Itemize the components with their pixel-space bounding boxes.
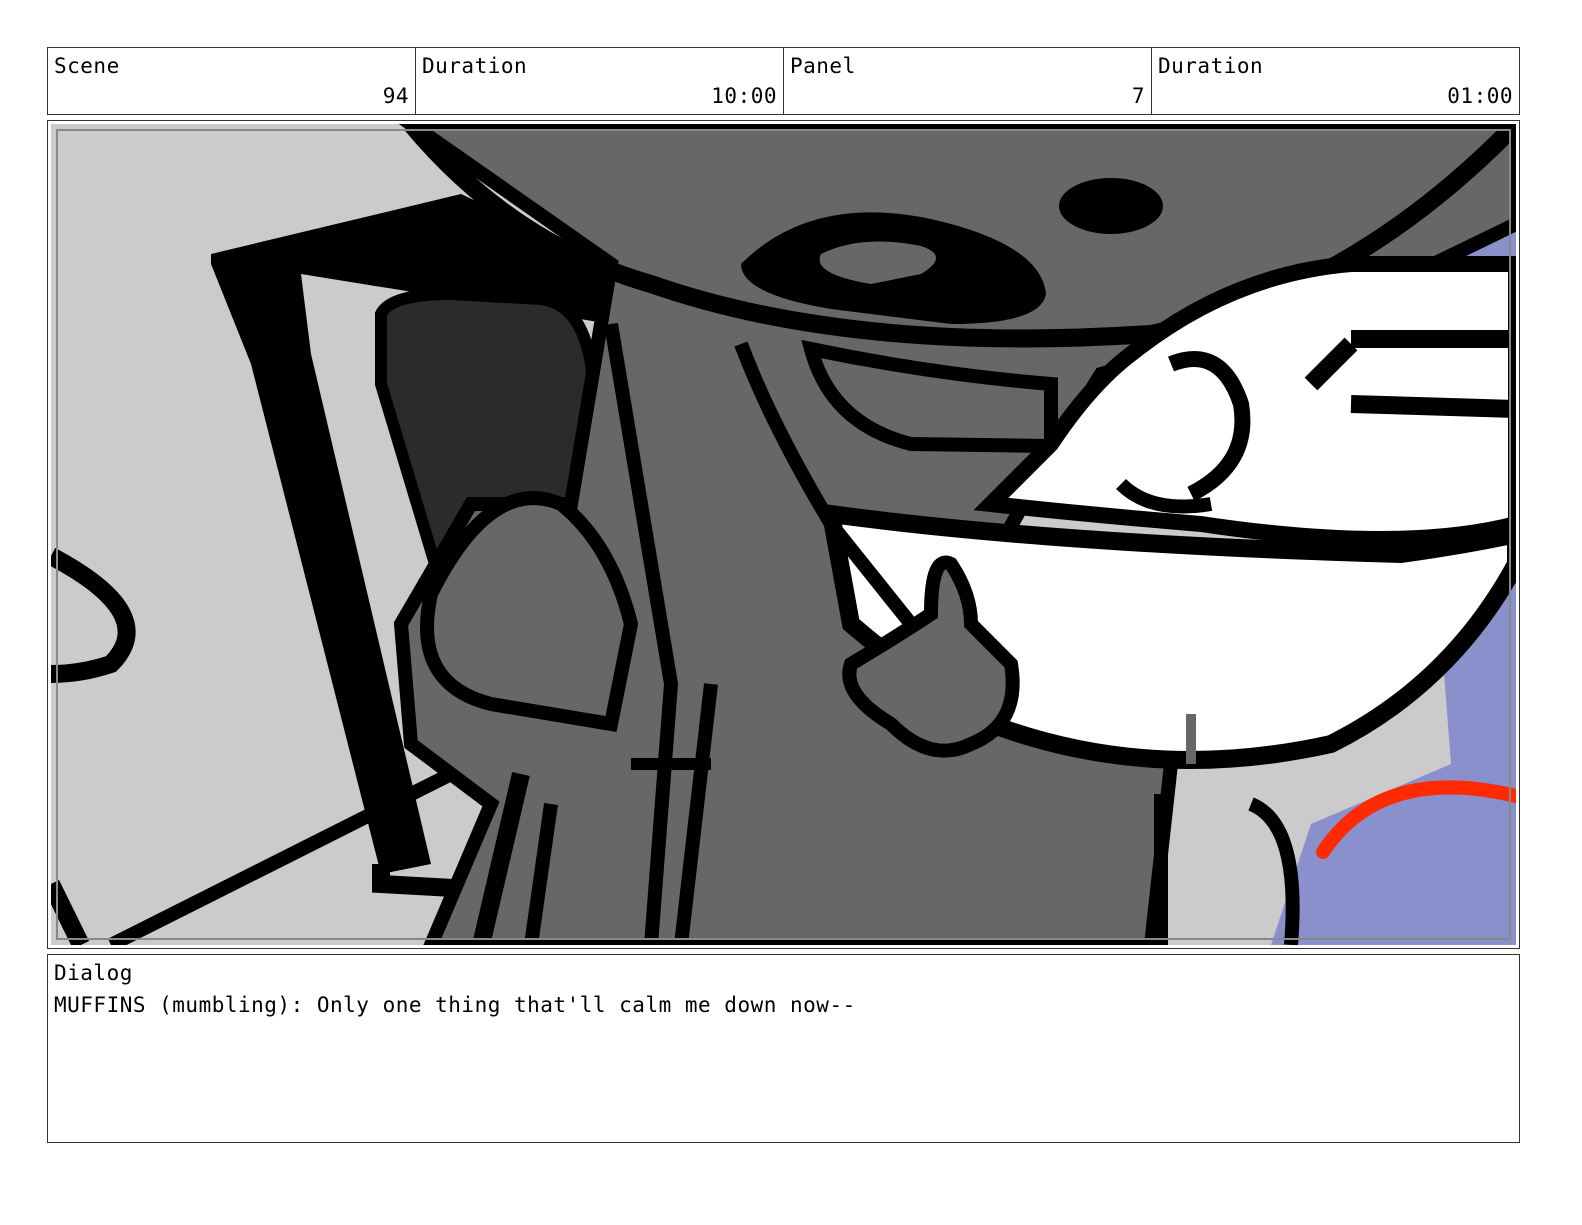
scene-duration-label: Duration: [422, 54, 528, 78]
panel-duration-value: 01:00: [1447, 84, 1513, 108]
storyboard-drawing: [51, 124, 1516, 945]
dialog-text: MUFFINS (mumbling): Only one thing that'…: [54, 993, 856, 1017]
panel-cell: Panel 7: [784, 48, 1152, 114]
dialog-label: Dialog: [54, 961, 133, 985]
scene-duration-value: 10:00: [711, 84, 777, 108]
storyboard-frame: [47, 120, 1520, 949]
scene-label: Scene: [54, 54, 120, 78]
panel-label: Panel: [790, 54, 856, 78]
panel-info-header: Scene 94 Duration 10:00 Panel 7 Duration…: [47, 47, 1520, 115]
scene-duration-cell: Duration 10:00: [416, 48, 784, 114]
dialog-box: Dialog MUFFINS (mumbling): Only one thin…: [47, 954, 1520, 1143]
paw-line-2: [1350, 395, 1516, 418]
panel-duration-cell: Duration 01:00: [1152, 48, 1519, 114]
scene-cell: Scene 94: [48, 48, 416, 114]
panel-number: 7: [1131, 84, 1145, 108]
character-nose: [1059, 178, 1163, 234]
scene-number: 94: [382, 84, 409, 108]
panel-duration-label: Duration: [1158, 54, 1264, 78]
